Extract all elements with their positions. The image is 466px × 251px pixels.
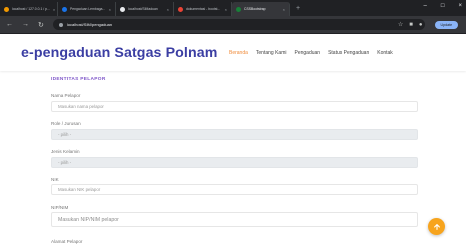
- toolbar-icons: ☆ ■ ● Update: [398, 20, 459, 29]
- browser-tab[interactable]: Pengaduan Lembaga... ×: [58, 2, 116, 16]
- bookmark-star-icon[interactable]: ☆: [398, 21, 403, 28]
- address-bar[interactable]: localhost/SIM/pengaduan: [52, 19, 425, 30]
- nav-link-beranda[interactable]: Beranda: [229, 50, 248, 56]
- close-tab-icon[interactable]: ×: [109, 7, 111, 12]
- complaint-form: IDENTITAS PELAPOR Nama Pelapor Masukan n…: [0, 71, 466, 251]
- tab-favicon-icon: [120, 6, 125, 12]
- extensions-icon[interactable]: ■: [409, 22, 413, 28]
- back-icon[interactable]: ←: [6, 21, 13, 28]
- site-header: e-pengaduan Satgas Polnam Beranda Tentan…: [0, 35, 466, 71]
- maximize-icon[interactable]: □: [441, 3, 445, 9]
- nav-link-pengaduan[interactable]: Pengaduan: [294, 50, 320, 56]
- nama-pelapor-input[interactable]: Masukan nama pelapor: [51, 101, 418, 112]
- close-tab-icon[interactable]: ×: [167, 7, 169, 12]
- window-controls: – □ ×: [424, 3, 462, 9]
- browser-toolbar: ← → ↻ localhost/SIM/pengaduan ☆ ■ ● Upda…: [0, 16, 466, 34]
- browser-tab[interactable]: localhost / 127.0.0.1 / p... ×: [0, 2, 58, 16]
- tab-title: dokumentasi - bootst...: [186, 7, 221, 11]
- nav-link-tentang-kami[interactable]: Tentang Kami: [256, 50, 287, 56]
- minimize-icon[interactable]: –: [424, 3, 427, 9]
- close-window-icon[interactable]: ×: [458, 3, 462, 9]
- arrow-up-icon: [433, 223, 440, 230]
- tab-title: localhost / 127.0.0.1 / p...: [12, 7, 50, 11]
- section-title: IDENTITAS PELAPOR: [51, 77, 106, 82]
- address-url: localhost/SIM/pengaduan: [66, 22, 113, 27]
- browser-tab-bar: localhost / 127.0.0.1 / p... × Pengaduan…: [0, 0, 466, 16]
- nav-link-kontak[interactable]: Kontak: [377, 50, 393, 56]
- tab-favicon-icon: [62, 6, 67, 12]
- close-tab-icon[interactable]: ×: [225, 7, 227, 12]
- field-label-alamat: Alamat Pelapor: [51, 239, 83, 244]
- reload-icon[interactable]: ↻: [38, 21, 44, 29]
- browser-tab-active[interactable]: CSSBootstrap ×: [232, 2, 290, 16]
- field-label-role: Role / Jurusan: [51, 121, 81, 126]
- update-button[interactable]: Update: [434, 20, 459, 29]
- browser-tab[interactable]: dokumentasi - bootst... ×: [174, 2, 232, 16]
- profile-icon[interactable]: ●: [419, 22, 423, 28]
- tab-title: CSSBootstrap: [244, 7, 266, 11]
- field-label-nip-nim: NIP/NIM: [51, 205, 69, 210]
- tab-favicon-icon: [236, 6, 241, 12]
- tab-title: Pengaduan Lembaga...: [70, 7, 106, 11]
- main-nav: Beranda Tentang Kami Pengaduan Status Pe…: [229, 50, 393, 56]
- tab-favicon-icon: [4, 6, 9, 12]
- nip-nim-input[interactable]: Masukan NIP/NIM pelapor: [51, 212, 418, 227]
- forward-icon[interactable]: →: [22, 21, 29, 28]
- close-tab-icon[interactable]: ×: [53, 7, 55, 12]
- tab-title: localhost/SIMaduan: [128, 7, 158, 11]
- nik-input[interactable]: Masukan NIK pelapor: [51, 184, 418, 195]
- site-info-icon[interactable]: [58, 22, 63, 27]
- scroll-top-button[interactable]: [428, 218, 445, 235]
- nav-link-status-pengaduan[interactable]: Status Pengaduan: [328, 50, 369, 56]
- role-jurusan-select[interactable]: - pilih -: [51, 129, 418, 140]
- browser-tab[interactable]: localhost/SIMaduan ×: [116, 2, 174, 16]
- field-label-jenis-kelamin: Jenis Kelamin: [51, 149, 80, 154]
- field-label-nama: Nama Pelapor: [51, 93, 81, 98]
- site-logo[interactable]: e-pengaduan Satgas Polnam: [21, 45, 217, 61]
- jenis-kelamin-select[interactable]: - pilih -: [51, 157, 418, 168]
- field-label-nik: NIK: [51, 177, 59, 182]
- tab-favicon-icon: [178, 6, 183, 12]
- close-tab-icon[interactable]: ×: [283, 7, 285, 12]
- new-tab-icon[interactable]: +: [290, 5, 306, 12]
